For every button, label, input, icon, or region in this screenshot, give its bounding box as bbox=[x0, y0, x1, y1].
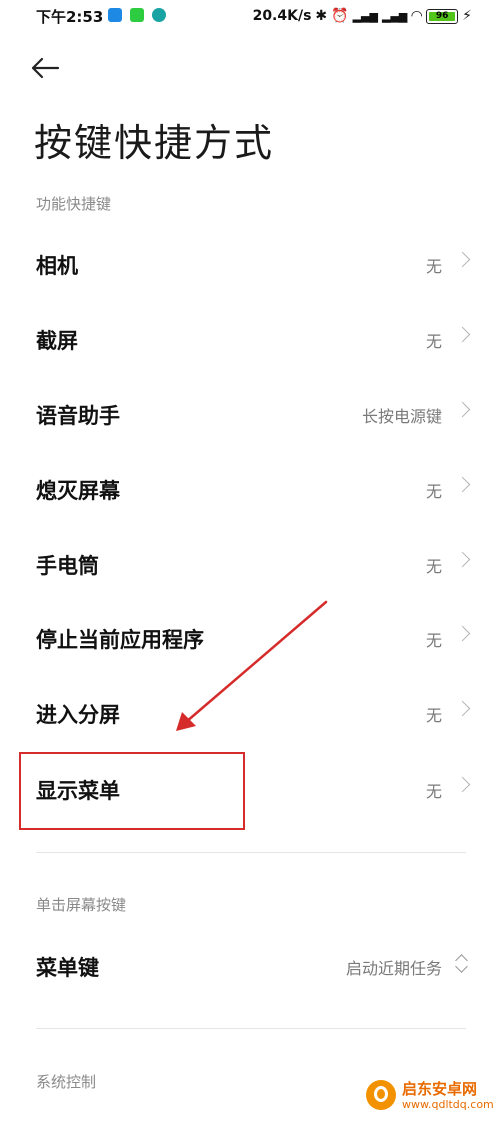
row-title: 手电筒 bbox=[36, 554, 99, 578]
row-title: 截屏 bbox=[36, 329, 78, 353]
chevron-right-icon bbox=[454, 251, 471, 268]
chevron-right-icon bbox=[454, 551, 471, 568]
setting-row-screen-off[interactable]: 熄灭屏幕 无 bbox=[0, 451, 500, 525]
notification-app-icon bbox=[130, 8, 144, 22]
setting-row-camera[interactable]: 相机 无 bbox=[0, 226, 500, 300]
alarm-icon: ⏰ bbox=[331, 8, 349, 24]
row-title: 进入分屏 bbox=[36, 703, 120, 727]
row-value: 无 bbox=[425, 332, 442, 351]
chevron-right-icon bbox=[454, 401, 471, 418]
row-title: 相机 bbox=[36, 254, 78, 278]
section-label-single-click: 单击屏幕按键 bbox=[36, 896, 127, 914]
wifi-icon: ◠ bbox=[411, 8, 423, 24]
chevron-right-icon bbox=[454, 700, 471, 717]
shield-icon bbox=[152, 8, 166, 22]
row-value: 启动近期任务 bbox=[345, 959, 442, 978]
row-value: 无 bbox=[425, 706, 442, 725]
battery-level: 96 bbox=[429, 11, 456, 21]
watermark-logo-icon bbox=[366, 1080, 396, 1110]
chevron-right-icon bbox=[454, 326, 471, 343]
back-button[interactable] bbox=[30, 48, 74, 88]
row-title: 语音助手 bbox=[36, 404, 120, 428]
status-time: 下午2:53 bbox=[36, 8, 104, 26]
setting-row-menu-key[interactable]: 菜单键 启动近期任务 bbox=[0, 928, 500, 1002]
row-title: 菜单键 bbox=[36, 956, 99, 980]
chevron-right-icon bbox=[454, 625, 471, 642]
network-speed: 20.4K/s bbox=[252, 8, 312, 24]
battery-icon: 96 bbox=[426, 8, 459, 24]
hd-signal-icon: ▂▄▆ bbox=[352, 9, 378, 23]
row-title: 停止当前应用程序 bbox=[36, 628, 204, 652]
chevron-right-icon bbox=[454, 476, 471, 493]
row-value: 无 bbox=[425, 257, 442, 276]
bluetooth-icon: ✱ bbox=[315, 8, 328, 24]
charging-icon: ⚡ bbox=[462, 8, 472, 24]
section-divider bbox=[36, 852, 466, 853]
up-down-selector-icon bbox=[454, 948, 470, 978]
row-value: 长按电源键 bbox=[361, 407, 442, 426]
setting-row-screenshot[interactable]: 截屏 无 bbox=[0, 301, 500, 375]
chevron-right-icon bbox=[454, 776, 471, 793]
watermark-title: 启东安卓网 bbox=[402, 1080, 478, 1098]
section-label-system: 系统控制 bbox=[36, 1073, 97, 1091]
watermark: 启东安卓网 www.qdltdq.com bbox=[366, 1078, 494, 1118]
setting-row-voice-assistant[interactable]: 语音助手 长按电源键 bbox=[0, 376, 500, 450]
setting-row-flashlight[interactable]: 手电筒 无 bbox=[0, 526, 500, 600]
setting-row-stop-app[interactable]: 停止当前应用程序 无 bbox=[0, 600, 500, 674]
row-value: 无 bbox=[425, 557, 442, 576]
section-label-function: 功能快捷键 bbox=[36, 195, 112, 213]
section-divider bbox=[36, 1028, 466, 1029]
hd-signal-icon: ▂▄▆ bbox=[381, 9, 408, 23]
annotation-highlight-box bbox=[19, 752, 245, 830]
page-title: 按键快捷方式 bbox=[34, 121, 275, 165]
back-arrow-icon bbox=[31, 57, 60, 79]
status-right-group: 20.4K/s ✱ ⏰ ▂▄▆ ▂▄▆ ◠ 96 ⚡ bbox=[249, 6, 472, 26]
row-value: 无 bbox=[425, 782, 442, 801]
notification-app-icon bbox=[108, 8, 122, 22]
row-value: 无 bbox=[425, 631, 442, 650]
watermark-url: www.qdltdq.com bbox=[402, 1098, 494, 1111]
setting-row-split-screen[interactable]: 进入分屏 无 bbox=[0, 675, 500, 749]
row-title: 熄灭屏幕 bbox=[36, 479, 120, 503]
status-bar: 下午2:53 20.4K/s ✱ ⏰ ▂▄▆ ▂▄▆ ◠ 96 ⚡ bbox=[0, 0, 500, 34]
row-value: 无 bbox=[425, 482, 442, 501]
